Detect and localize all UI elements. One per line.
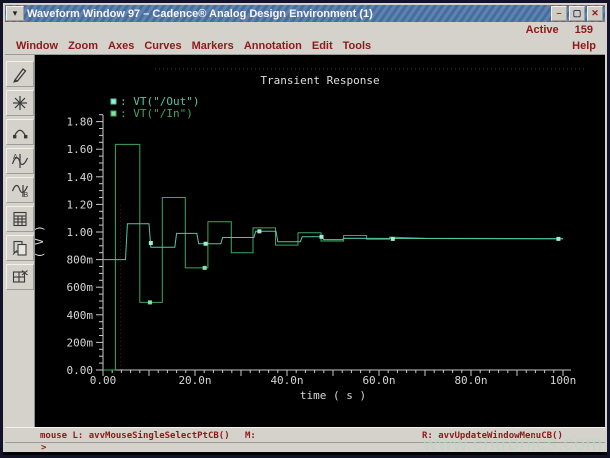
- series-line-0[interactable]: [103, 224, 563, 260]
- data-point-marker[interactable]: [204, 242, 208, 246]
- data-point-marker[interactable]: [257, 229, 261, 233]
- title-bar[interactable]: ▾ Waveform Window 97 – Cadence® Analog D…: [5, 5, 605, 22]
- menu-item-curves[interactable]: Curves: [139, 40, 186, 52]
- window-cut-icon[interactable]: [6, 264, 34, 290]
- menubar-items: WindowZoomAxesCurvesMarkersAnnotationEdi…: [5, 40, 376, 52]
- data-point-marker[interactable]: [148, 300, 152, 304]
- menu-bar: WindowZoomAxesCurvesMarkersAnnotationEdi…: [5, 38, 605, 55]
- close-button[interactable]: ✕: [587, 6, 603, 21]
- active-status-row: Active 159: [5, 22, 605, 38]
- menu-item-window[interactable]: Window: [5, 40, 63, 52]
- menu-item-tools[interactable]: Tools: [338, 40, 377, 52]
- marker-b-icon[interactable]: B: [6, 177, 34, 203]
- plot-area[interactable]: 0.00 20.0n 40.0n 60.0n 80.0n 100n 0.00 200m 400m…: [35, 55, 605, 427]
- svg-text:1.00: 1.00: [67, 226, 94, 239]
- active-count: 159: [575, 24, 593, 36]
- svg-text:0.00: 0.00: [90, 374, 117, 387]
- menu-item-help[interactable]: Help: [567, 40, 605, 52]
- star-icon[interactable]: [6, 90, 34, 116]
- mouse-right-binding: R: avvUpdateWindowMenuCB(): [422, 431, 563, 441]
- pen-icon[interactable]: [6, 61, 34, 87]
- svg-text:B: B: [23, 192, 28, 199]
- svg-text:600m: 600m: [67, 281, 94, 294]
- x-axis-title: time ( s ): [300, 389, 366, 402]
- window-menu-button[interactable]: ▾: [6, 6, 24, 21]
- chart-title: Transient Response: [260, 74, 379, 87]
- copy-icon[interactable]: [6, 235, 34, 261]
- svg-text:400m: 400m: [67, 309, 94, 322]
- series-line-1[interactable]: [103, 144, 563, 370]
- mouse-middle-binding: M:: [245, 431, 256, 441]
- data-point-marker[interactable]: [320, 235, 324, 239]
- svg-text:60.0n: 60.0n: [362, 374, 395, 387]
- main-area: A B: [5, 55, 605, 427]
- menu-item-edit[interactable]: Edit: [307, 40, 338, 52]
- menu-item-zoom[interactable]: Zoom: [63, 40, 103, 52]
- svg-text:A: A: [13, 154, 18, 161]
- legend-swatch: [111, 111, 116, 116]
- svg-text:40.0n: 40.0n: [270, 374, 303, 387]
- window-title: Waveform Window 97 – Cadence® Analog Des…: [27, 8, 549, 20]
- data-point-marker[interactable]: [391, 237, 395, 241]
- svg-text:20.0n: 20.0n: [178, 374, 211, 387]
- svg-text:1.40: 1.40: [67, 171, 94, 184]
- mouse-left-binding: mouse L: avvMouseSingleSelectPtCB(): [40, 431, 230, 441]
- transient-chart[interactable]: 0.00 20.0n 40.0n 60.0n 80.0n 100n 0.00 200m 400m…: [35, 55, 605, 429]
- y-axis-title: ( V ): [35, 225, 46, 258]
- axes: [96, 115, 571, 376]
- bottom-strip: [3, 452, 607, 455]
- arc-markers-icon[interactable]: [6, 119, 34, 145]
- svg-text:800m: 800m: [67, 254, 94, 267]
- legend-swatch: [111, 99, 116, 104]
- calculator-icon[interactable]: [6, 206, 34, 232]
- svg-text:200m: 200m: [67, 336, 94, 349]
- menu-item-markers[interactable]: Markers: [187, 40, 239, 52]
- waveform-window: ▾ Waveform Window 97 – Cadence® Analog D…: [0, 0, 610, 458]
- data-point-marker[interactable]: [556, 237, 560, 241]
- maximize-button[interactable]: ▢: [569, 6, 585, 21]
- window-controls: – ▢ ✕: [549, 6, 603, 21]
- data-point-marker[interactable]: [203, 266, 207, 270]
- menu-item-annotation[interactable]: Annotation: [239, 40, 307, 52]
- status-bar: mouse L: avvMouseSingleSelectPtCB() M: R…: [5, 427, 605, 443]
- svg-text:0.00: 0.00: [67, 364, 94, 377]
- left-toolbar: A B: [5, 55, 35, 427]
- svg-text:1.60: 1.60: [67, 143, 94, 156]
- axis-labels: 0.00 20.0n 40.0n 60.0n 80.0n 100n 0.00 200m 400m…: [35, 116, 576, 402]
- legend-item: : VT("/In"): [120, 107, 193, 120]
- minimize-button[interactable]: –: [551, 6, 567, 21]
- svg-text:1.80: 1.80: [67, 116, 94, 129]
- menu-item-axes[interactable]: Axes: [103, 40, 139, 52]
- active-label: Active: [526, 24, 559, 36]
- svg-text:100n: 100n: [550, 374, 577, 387]
- svg-text:80.0n: 80.0n: [454, 374, 487, 387]
- data-point-marker[interactable]: [149, 241, 153, 245]
- marker-a-icon[interactable]: A: [6, 148, 34, 174]
- svg-text:1.20: 1.20: [67, 198, 94, 211]
